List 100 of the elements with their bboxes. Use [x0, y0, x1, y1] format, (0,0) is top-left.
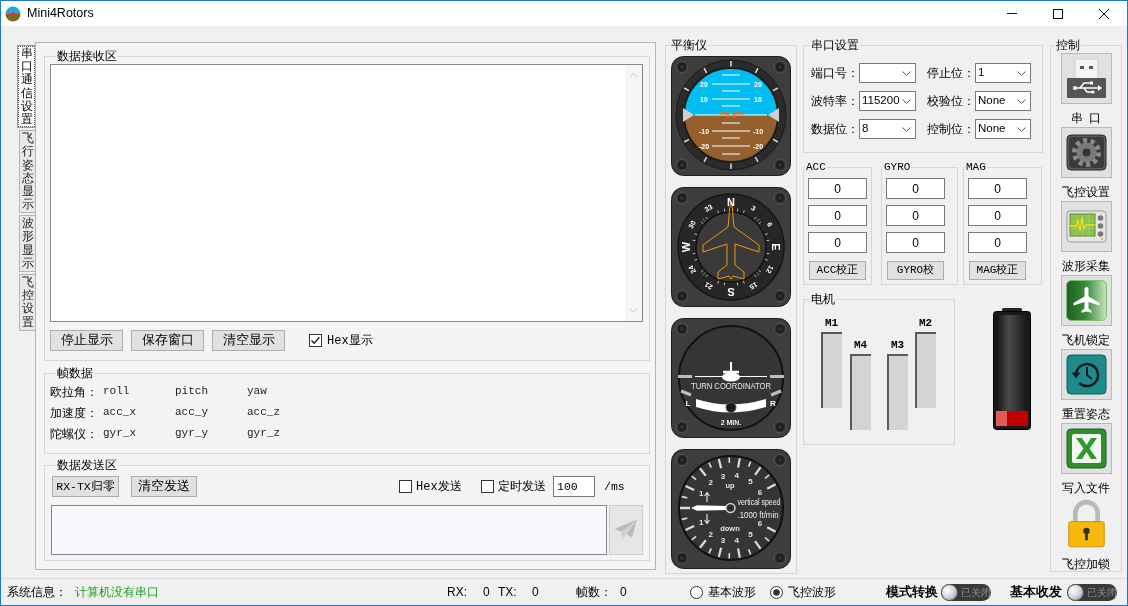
counter-label: TX: [498, 584, 518, 601]
value-field[interactable]: 0 [886, 178, 945, 199]
value-field[interactable]: 0 [968, 178, 1027, 199]
text-button[interactable]: 清空发送 [131, 476, 197, 497]
button-label: 串 口 [1070, 111, 1102, 125]
option-checkbox[interactable]: 定时发送 [481, 477, 553, 496]
toolbar-button[interactable] [1060, 127, 1112, 178]
maximize-icon [1053, 8, 1063, 19]
radio-icon[interactable] [690, 585, 703, 599]
instrument-title: TURN COORDINATOR [691, 381, 780, 391]
radio-icon[interactable] [770, 585, 783, 599]
chevron-down-icon [1017, 70, 1026, 76]
scale-number: 2 [708, 477, 713, 487]
screw [675, 158, 689, 172]
dropdown[interactable]: 115200 [859, 91, 916, 111]
airplane-icon [1065, 280, 1107, 321]
scrollbar[interactable] [625, 65, 642, 321]
field-label: 欧拉角： [50, 383, 99, 401]
inclinometer-ball [725, 402, 737, 413]
unit-label: /ms [604, 478, 625, 495]
radio-option[interactable]: 飞控波形 [770, 583, 886, 601]
screw [773, 453, 787, 467]
spreadsheet-icon [1065, 428, 1107, 469]
group-title: 控制 [1055, 38, 1081, 52]
screw [675, 322, 689, 336]
text-button[interactable]: 停止显示 [50, 330, 123, 351]
motor-label: M2 [918, 317, 933, 329]
calibrate-button[interactable]: MAG校正 [969, 261, 1026, 280]
pointer-triangle [683, 108, 694, 122]
text-button[interactable]: 清空显示 [212, 330, 285, 351]
instrument-caption: vertical speed [737, 496, 790, 507]
scale-number: 4 [734, 471, 739, 480]
turn-mark [770, 389, 782, 397]
dial-face [695, 211, 767, 283]
pointer-triangle [768, 108, 779, 122]
option-checkbox[interactable]: Hex发送 [399, 477, 481, 496]
field-label: 停止位： [927, 65, 975, 82]
level-mark [770, 375, 784, 378]
scale-number: 2 [708, 529, 713, 539]
counter-value: 0 [483, 584, 491, 601]
status-label: 系统信息： [7, 584, 68, 601]
toolbar-button[interactable] [1060, 349, 1112, 400]
toolbar-button[interactable] [1060, 275, 1112, 326]
checkbox-icon[interactable] [481, 480, 494, 493]
screw [675, 191, 689, 205]
calibrate-button[interactable]: GYRO校 [887, 261, 944, 280]
switch-knob-icon [941, 583, 958, 601]
switch-label: 基本收发 [1010, 583, 1063, 602]
group-title: 电机 [810, 292, 836, 306]
dropdown[interactable] [859, 63, 916, 83]
checkbox-icon[interactable] [399, 480, 412, 493]
calibrate-button[interactable]: ACC校正 [809, 261, 866, 280]
field-label: 波特率： [811, 93, 859, 110]
text-button[interactable]: 保存窗口 [131, 330, 204, 351]
paper-plane-icon [614, 519, 638, 541]
chevron-down-icon [902, 126, 911, 132]
compass-direction-label: S [727, 286, 735, 298]
send-text-area[interactable] [51, 505, 607, 555]
screw [675, 551, 689, 565]
toggle-switch[interactable]: 已关闭 [1067, 583, 1117, 601]
counter-label: RX: [447, 584, 468, 601]
chevron-up-icon [629, 73, 638, 78]
toggle-switch[interactable]: 已关闭 [941, 583, 991, 601]
value-field[interactable]: 0 [886, 232, 945, 253]
value-field[interactable]: 0 [808, 232, 867, 253]
toolbar-button[interactable] [1060, 53, 1112, 104]
field-name: gyr_x [103, 426, 137, 442]
dropdown[interactable]: 8 [859, 119, 916, 139]
field-name: acc_y [175, 405, 209, 421]
field-name: gyr_z [247, 426, 281, 442]
unit-label: .1000 ft/min [737, 509, 782, 520]
interval-field[interactable]: 100 [553, 476, 595, 497]
switch-label: 模式转换 [886, 583, 939, 602]
counter-value: 0 [620, 584, 628, 601]
radio-option[interactable]: 基本波形 [690, 583, 770, 601]
value-field[interactable]: 0 [968, 205, 1027, 226]
value-field[interactable]: 0 [808, 205, 867, 226]
screw [773, 60, 787, 74]
group-title: 串口设置 [810, 38, 860, 52]
value-field[interactable]: 0 [808, 178, 867, 199]
window-title: Mini4Rotors [27, 5, 94, 23]
field-name: pitch [175, 384, 209, 400]
switch-knob-icon [1067, 583, 1084, 601]
checkbox-icon[interactable] [309, 334, 322, 347]
up-arrow [703, 491, 711, 503]
dropdown[interactable]: None [975, 119, 1031, 139]
value-field[interactable]: 0 [886, 205, 945, 226]
chevron-down-icon [1017, 98, 1026, 104]
usb-icon [1065, 58, 1107, 99]
text-button[interactable]: RX-TX归零 [52, 476, 119, 497]
dropdown[interactable]: 1 [975, 63, 1031, 83]
screw [675, 453, 689, 467]
hex-display-checkbox[interactable]: Hex显示 [309, 331, 373, 350]
button-label: 重置姿态 [1062, 407, 1110, 421]
group-title: ACC [805, 160, 827, 174]
minimize-icon [1007, 13, 1017, 14]
chevron-down-icon [902, 70, 911, 76]
dropdown[interactable]: None [975, 91, 1031, 111]
value-field[interactable]: 0 [968, 232, 1027, 253]
screw [675, 289, 689, 303]
